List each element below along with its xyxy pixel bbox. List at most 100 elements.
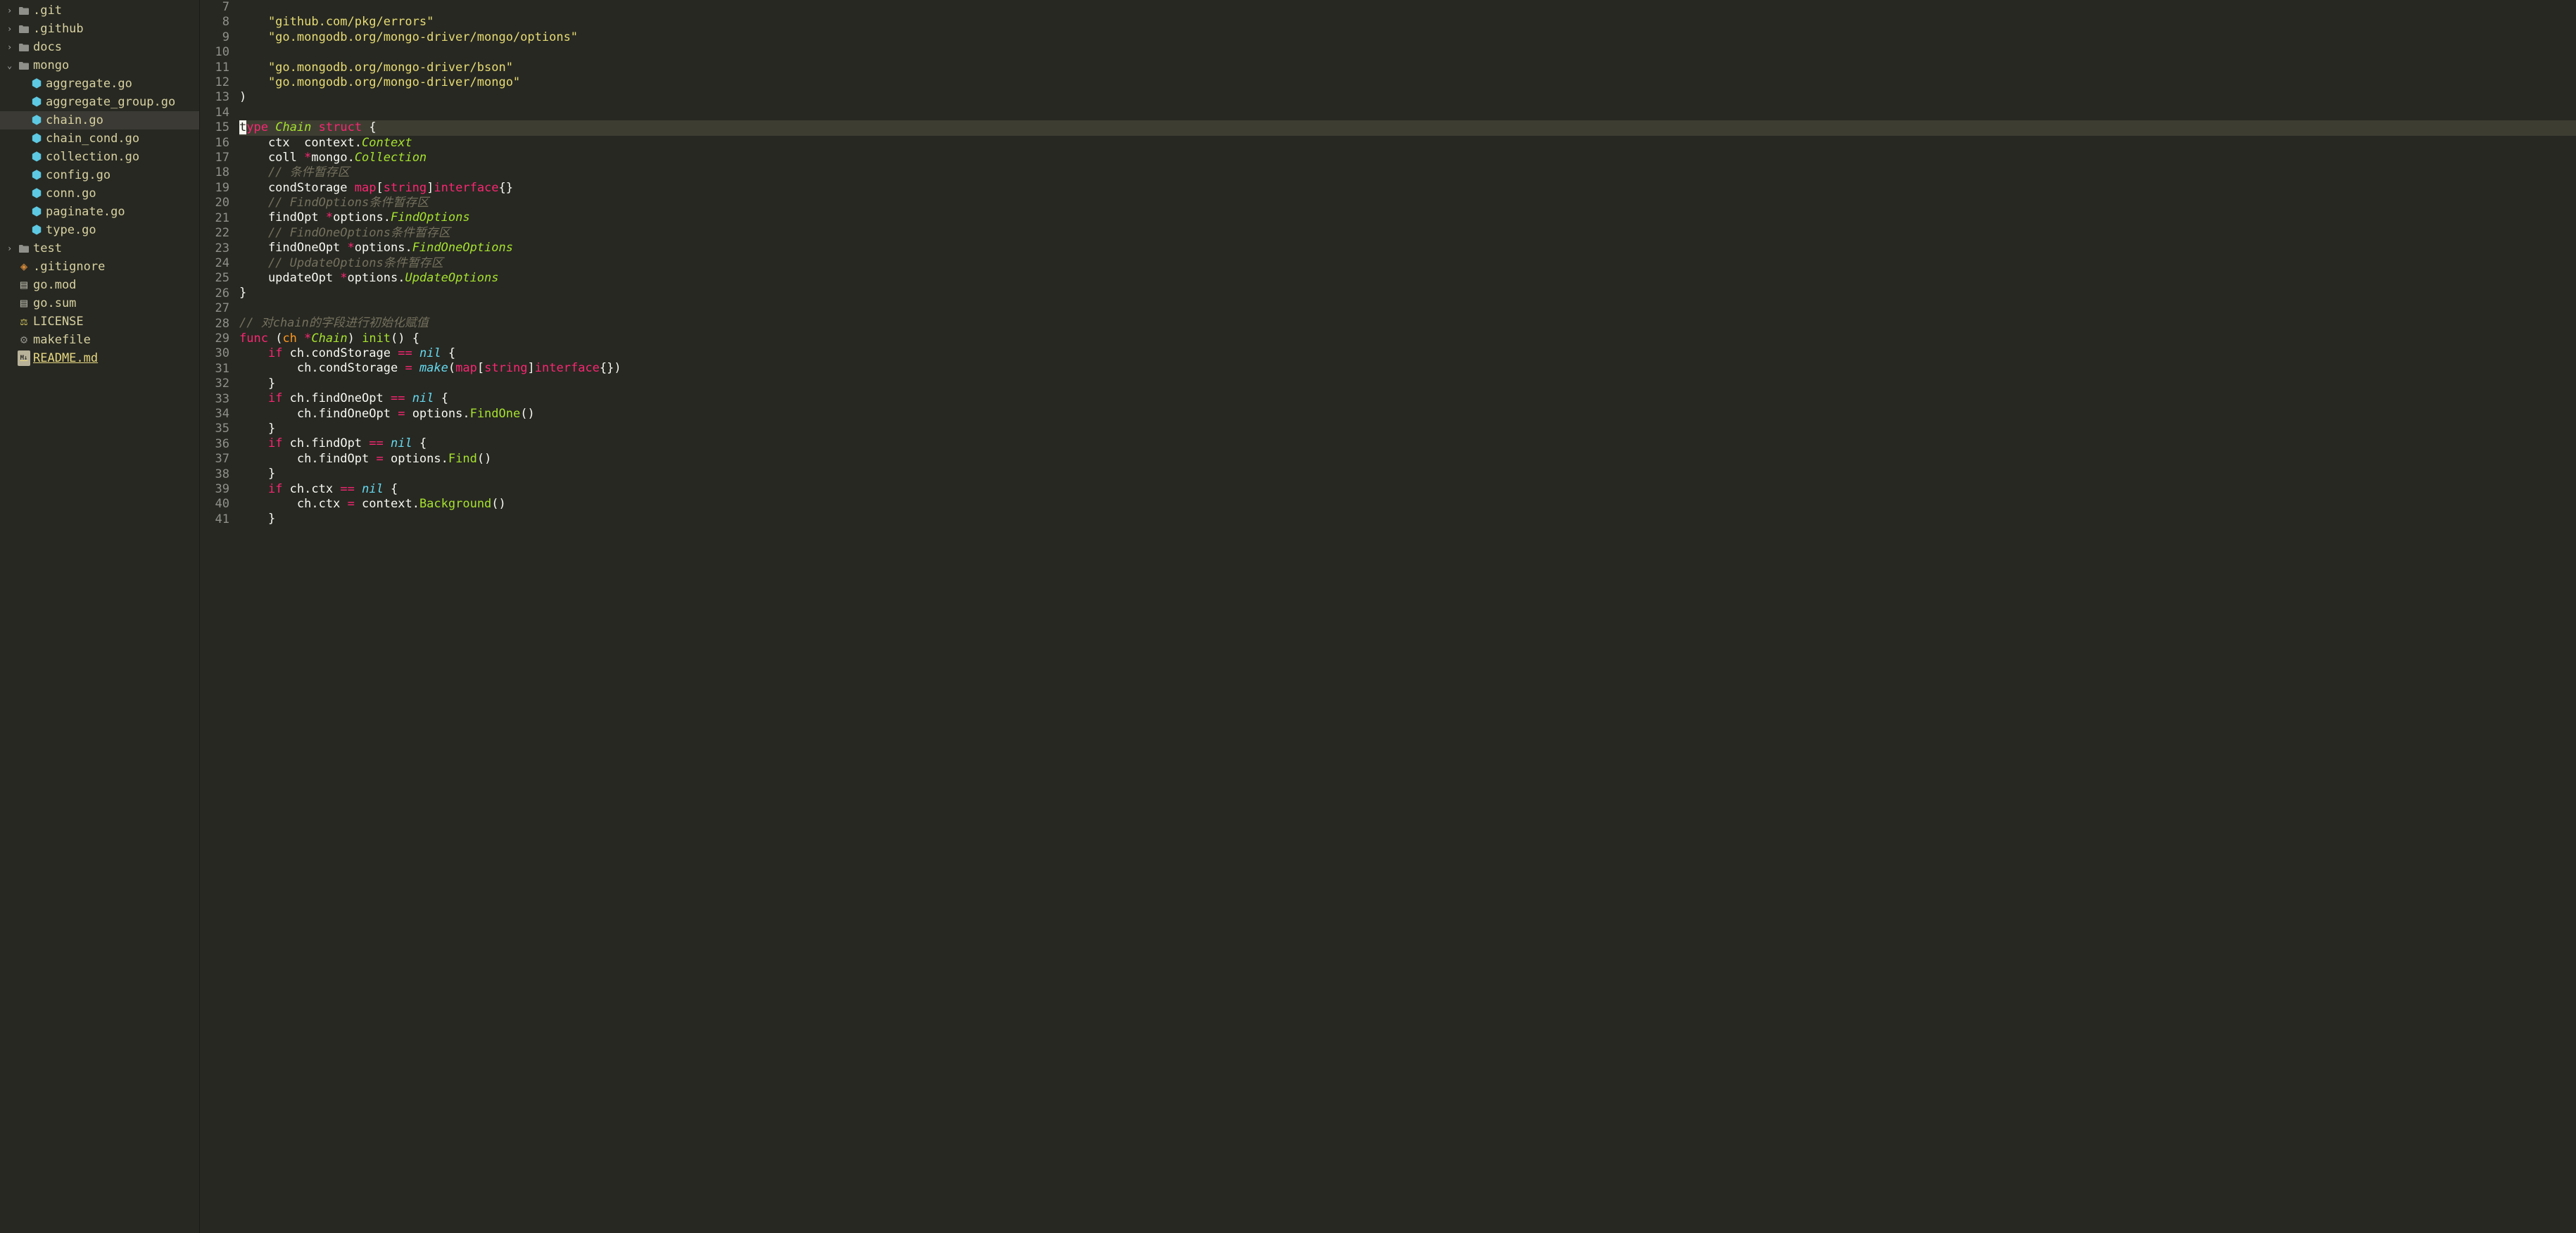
line-number: 34 xyxy=(200,407,229,422)
folder-item-docs[interactable]: ›docs xyxy=(0,38,199,56)
code-line[interactable]: ch.condStorage = make(map[string]interfa… xyxy=(239,361,2576,376)
code-line[interactable]: } xyxy=(239,377,2576,391)
code-line[interactable] xyxy=(239,301,2576,316)
line-number: 40 xyxy=(200,497,229,512)
code-token: string xyxy=(384,181,427,195)
expand-arrow-icon[interactable]: › xyxy=(7,21,15,37)
code-token: ch. xyxy=(282,436,311,450)
expand-arrow-icon[interactable]: › xyxy=(7,39,15,55)
file-item-aggregate-group-go[interactable]: ⬢aggregate_group.go xyxy=(0,93,199,111)
code-token: // 对chain的字段进行初始化赋值 xyxy=(239,316,429,330)
code-line[interactable]: // UpdateOptions条件暂存区 xyxy=(239,256,2576,271)
code-editor[interactable]: 7891011121314151617181920212223242526272… xyxy=(200,0,2576,1233)
file-tree-sidebar[interactable]: › .git ›.github›docs⌄mongo⬢aggregate.go⬢ag… xyxy=(0,0,200,1233)
folder-item-test[interactable]: ›test xyxy=(0,239,199,258)
code-line[interactable]: if ch.findOneOpt == nil { xyxy=(239,391,2576,406)
code-line[interactable]: // 对chain的字段进行初始化赋值 xyxy=(239,316,2576,331)
code-line[interactable]: ) xyxy=(239,90,2576,105)
code-line[interactable]: // FindOneOptions条件暂存区 xyxy=(239,226,2576,241)
code-line[interactable]: } xyxy=(239,422,2576,436)
code-line[interactable]: "github.com/pkg/errors" xyxy=(239,15,2576,30)
file-item-readme-md[interactable]: M↓README.md xyxy=(0,349,199,367)
file-item-makefile[interactable]: ⚙makefile xyxy=(0,331,199,349)
code-token: findOneOpt xyxy=(239,241,348,255)
code-line[interactable]: ch.ctx = context.Background() xyxy=(239,497,2576,512)
code-line[interactable]: findOneOpt *options.FindOneOptions xyxy=(239,241,2576,255)
tree-item-label: collection.go xyxy=(46,149,139,165)
code-token: struct xyxy=(319,120,362,134)
code-token: [ xyxy=(477,361,484,375)
code-line[interactable]: condStorage map[string]interface{} xyxy=(239,181,2576,196)
code-token: options xyxy=(333,210,384,225)
code-line[interactable]: "go.mongodb.org/mongo-driver/mongo/optio… xyxy=(239,30,2576,45)
expand-arrow-icon[interactable]: › xyxy=(7,241,15,256)
code-token xyxy=(412,361,419,375)
code-token: findOpt xyxy=(239,210,326,225)
code-token: condStorage xyxy=(319,361,398,375)
code-token: FindOptions xyxy=(391,210,470,225)
code-token: ctx xyxy=(311,482,333,496)
tree-item-label: .git xyxy=(33,3,62,18)
file-item-chain-cond-go[interactable]: ⬢chain_cond.go xyxy=(0,129,199,148)
line-number: 38 xyxy=(200,467,229,482)
code-line[interactable]: func (ch *Chain) init() { xyxy=(239,331,2576,346)
file-item-type-go[interactable]: ⬢type.go xyxy=(0,221,199,239)
code-token: == xyxy=(398,346,412,360)
code-token: == xyxy=(369,436,383,450)
line-number: 39 xyxy=(200,482,229,497)
code-line[interactable]: } xyxy=(239,512,2576,526)
code-line[interactable]: ch.findOneOpt = options.FindOne() xyxy=(239,407,2576,422)
code-token: () xyxy=(491,497,505,511)
file-item-paginate-go[interactable]: ⬢paginate.go xyxy=(0,203,199,221)
file-item-config-go[interactable]: ⬢config.go xyxy=(0,166,199,184)
code-token: if xyxy=(268,391,282,405)
code-line[interactable]: coll *mongo.Collection xyxy=(239,151,2576,165)
code-line[interactable]: if ch.condStorage == nil { xyxy=(239,346,2576,361)
line-number: 25 xyxy=(200,271,229,286)
expand-arrow-icon[interactable]: ⌄ xyxy=(7,58,15,73)
code-line[interactable]: findOpt *options.FindOptions xyxy=(239,210,2576,225)
code-line[interactable] xyxy=(239,106,2576,120)
code-line[interactable]: type Chain struct { xyxy=(239,120,2576,135)
expand-arrow-icon[interactable]: › xyxy=(7,3,15,18)
code-token: options. xyxy=(384,452,448,466)
code-token: () xyxy=(520,407,534,421)
code-line[interactable]: "go.mongodb.org/mongo-driver/bson" xyxy=(239,61,2576,75)
file-item-chain-go[interactable]: ⬢chain.go xyxy=(0,111,199,129)
code-line[interactable] xyxy=(239,45,2576,60)
code-token: "github.com/pkg/errors" xyxy=(239,15,434,29)
folder-item-mongo[interactable]: ⌄mongo xyxy=(0,56,199,75)
code-line[interactable]: } xyxy=(239,467,2576,481)
code-line[interactable]: ch.findOpt = options.Find() xyxy=(239,452,2576,467)
code-line[interactable]: // FindOptions条件暂存区 xyxy=(239,196,2576,210)
tree-item-label: LICENSE xyxy=(33,314,84,329)
code-line[interactable]: updateOpt *options.UpdateOptions xyxy=(239,271,2576,286)
line-number: 11 xyxy=(200,61,229,75)
file-item-aggregate-go[interactable]: ⬢aggregate.go xyxy=(0,75,199,93)
code-token: ctx context xyxy=(239,136,355,150)
code-token: . xyxy=(348,151,355,165)
folder-item--git[interactable]: › .git xyxy=(0,1,199,20)
file-item-go-mod[interactable]: ▤go.mod xyxy=(0,276,199,294)
code-line[interactable] xyxy=(239,0,2576,15)
code-line[interactable]: if ch.ctx == nil { xyxy=(239,482,2576,497)
code-token xyxy=(369,452,376,466)
code-token: ( xyxy=(268,331,282,346)
folder-item--github[interactable]: ›.github xyxy=(0,20,199,38)
code-line[interactable]: ctx context.Context xyxy=(239,136,2576,151)
line-number: 27 xyxy=(200,301,229,316)
file-item-go-sum[interactable]: ▤go.sum xyxy=(0,294,199,312)
code-line[interactable]: if ch.findOpt == nil { xyxy=(239,436,2576,451)
code-line[interactable]: } xyxy=(239,286,2576,301)
file-item--gitignore[interactable]: ◈.gitignore xyxy=(0,258,199,276)
line-number: 9 xyxy=(200,30,229,45)
file-item-conn-go[interactable]: ⬢conn.go xyxy=(0,184,199,203)
code-token: // FindOneOptions条件暂存区 xyxy=(239,226,450,240)
code-area[interactable]: "github.com/pkg/errors" "go.mongodb.org/… xyxy=(239,0,2576,1233)
folder-icon xyxy=(18,62,30,70)
file-item-license[interactable]: ⚖LICENSE xyxy=(0,312,199,331)
code-line[interactable]: // 条件暂存区 xyxy=(239,165,2576,180)
code-line[interactable]: "go.mongodb.org/mongo-driver/mongo" xyxy=(239,75,2576,90)
file-item-collection-go[interactable]: ⬢collection.go xyxy=(0,148,199,166)
code-token: ch. xyxy=(282,482,311,496)
